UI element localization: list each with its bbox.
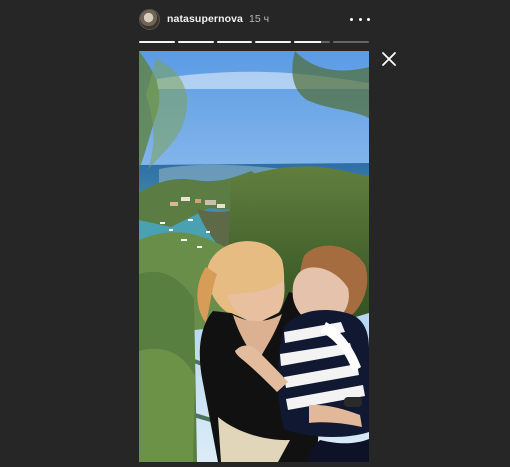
story-viewer: natasupernova 15 ч: [0, 0, 510, 467]
progress-fill: [294, 41, 322, 43]
story-progress-bar: [139, 41, 369, 43]
more-dot-icon: [350, 17, 353, 21]
progress-segment: [255, 41, 292, 43]
progress-segment: [139, 41, 175, 43]
progress-fill: [255, 41, 292, 43]
progress-segment: [216, 41, 253, 43]
close-icon[interactable]: [381, 51, 397, 67]
post-time: 15 ч: [249, 13, 270, 25]
more-options-button[interactable]: [350, 11, 370, 27]
progress-segment: [177, 41, 214, 43]
progress-segment: [294, 41, 331, 43]
progress-segment: [333, 41, 369, 43]
progress-fill: [177, 41, 214, 43]
more-dot-icon: [367, 17, 370, 21]
progress-fill: [139, 41, 175, 43]
username[interactable]: natasupernova: [167, 13, 243, 25]
more-dot-icon: [358, 17, 362, 21]
progress-fill: [216, 41, 253, 43]
story-header: natasupernova 15 ч: [139, 7, 370, 31]
avatar[interactable]: [139, 8, 160, 30]
story-photo[interactable]: [139, 51, 369, 462]
